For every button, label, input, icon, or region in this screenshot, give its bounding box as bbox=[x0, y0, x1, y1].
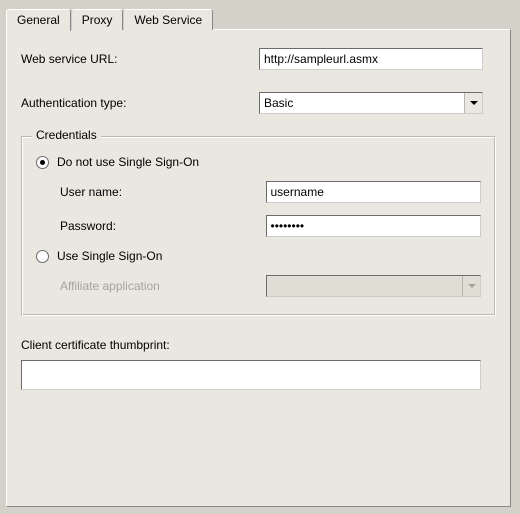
label-password: Password: bbox=[60, 219, 266, 233]
row-thumbprint: Client certificate thumbprint: bbox=[21, 338, 496, 390]
radio-use-sso[interactable] bbox=[36, 250, 49, 263]
fieldset-credentials: Credentials Do not use Single Sign-On Us… bbox=[21, 136, 496, 316]
chevron-down-icon bbox=[464, 93, 482, 113]
radio-use-sso-label: Use Single Sign-On bbox=[57, 249, 162, 263]
dropdown-auth-type[interactable]: Basic bbox=[259, 92, 483, 114]
row-url: Web service URL: bbox=[21, 48, 496, 70]
radio-no-sso[interactable] bbox=[36, 156, 49, 169]
tab-general[interactable]: General bbox=[6, 9, 71, 31]
label-auth-type: Authentication type: bbox=[21, 96, 259, 110]
dialog-container: General Proxy Web Service Web service UR… bbox=[0, 0, 520, 514]
legend-credentials: Credentials bbox=[32, 128, 101, 142]
radio-row-no-sso[interactable]: Do not use Single Sign-On bbox=[36, 155, 481, 169]
label-url: Web service URL: bbox=[21, 52, 259, 66]
radio-no-sso-label: Do not use Single Sign-On bbox=[57, 155, 199, 169]
tab-row: General Proxy Web Service bbox=[6, 8, 514, 30]
input-thumbprint[interactable] bbox=[21, 360, 481, 390]
input-web-service-url[interactable] bbox=[259, 48, 483, 70]
row-affiliate: Affiliate application bbox=[60, 275, 481, 297]
input-username[interactable] bbox=[266, 181, 482, 203]
row-auth-type: Authentication type: Basic bbox=[21, 92, 496, 114]
row-username: User name: bbox=[60, 181, 481, 203]
row-password: Password: bbox=[60, 215, 481, 237]
tab-web-service[interactable]: Web Service bbox=[123, 9, 213, 30]
chevron-down-icon bbox=[462, 276, 480, 296]
label-affiliate: Affiliate application bbox=[60, 279, 266, 293]
dropdown-auth-type-value: Basic bbox=[260, 96, 464, 110]
radio-row-use-sso[interactable]: Use Single Sign-On bbox=[36, 249, 481, 263]
tab-proxy[interactable]: Proxy bbox=[71, 9, 124, 30]
label-username: User name: bbox=[60, 185, 266, 199]
label-thumbprint: Client certificate thumbprint: bbox=[21, 338, 496, 352]
tab-panel-general: Web service URL: Authentication type: Ba… bbox=[6, 29, 511, 507]
input-password[interactable] bbox=[266, 215, 482, 237]
dropdown-affiliate bbox=[266, 275, 481, 297]
